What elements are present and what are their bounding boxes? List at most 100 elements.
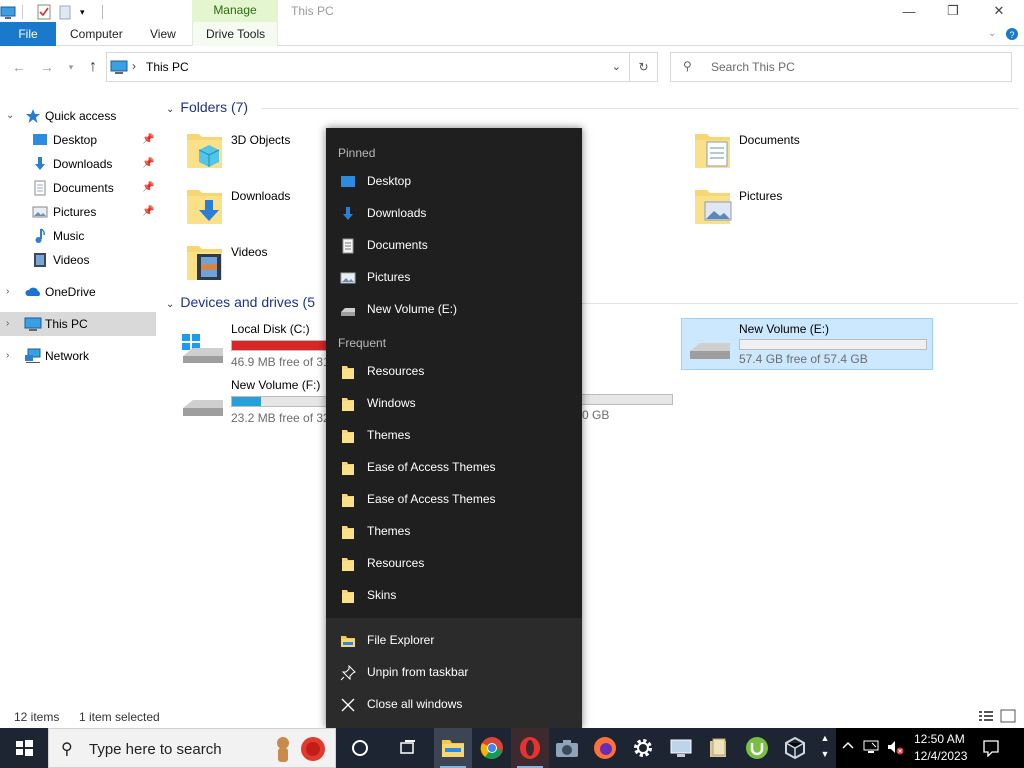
tab-view[interactable]: View — [150, 22, 176, 46]
file-explorer-icon[interactable] — [434, 728, 472, 768]
sidebar-item-videos[interactable]: Videos — [0, 248, 156, 272]
start-button[interactable] — [0, 728, 48, 768]
network-status-icon[interactable] — [862, 739, 880, 758]
minimize-button[interactable]: — — [886, 0, 932, 22]
chevron-right-icon[interactable]: › — [6, 344, 9, 368]
sidebar-item-documents[interactable]: Documents 📌 — [0, 176, 156, 200]
sidebar-item-downloads[interactable]: Downloads 📌 — [0, 152, 156, 176]
group-title: Devices and drives (5 — [180, 294, 316, 310]
chevron-right-icon[interactable]: › — [132, 59, 136, 73]
customize-toolbar-icon[interactable]: ▾ — [80, 4, 96, 20]
tab-file[interactable]: File — [0, 22, 56, 46]
tab-computer[interactable]: Computer — [70, 22, 123, 46]
jump-item-pictures[interactable]: Pictures — [326, 262, 582, 294]
sidebar-item-onedrive[interactable]: › OneDrive — [0, 280, 156, 304]
refresh-button[interactable]: ↻ — [629, 53, 657, 81]
pin-icon: 📌 — [142, 134, 155, 145]
pc-icon[interactable] — [0, 4, 16, 20]
drive-new-volume-e[interactable]: New Volume (E:) 57.4 GB free of 57.4 GB — [681, 318, 933, 370]
folder-pictures[interactable]: Pictures — [693, 184, 923, 236]
jump-item-frequent[interactable]: Windows — [326, 388, 582, 420]
address-bar[interactable]: › This PC ⌄ ↻ — [106, 52, 658, 82]
back-arrow-icon[interactable]: ← — [10, 58, 28, 76]
search-input[interactable]: Search This PC — [711, 60, 795, 74]
archive-icon[interactable] — [700, 728, 738, 768]
jump-item-documents[interactable]: Documents — [326, 230, 582, 262]
cortana-icon[interactable] — [341, 728, 379, 768]
jump-item-frequent[interactable]: Skins — [326, 580, 582, 612]
folder-documents[interactable]: Documents — [693, 128, 923, 180]
folder-icon — [340, 428, 356, 444]
restore-button[interactable]: ❐ — [930, 0, 976, 22]
jump-item-frequent[interactable]: Resources — [326, 548, 582, 580]
sidebar-item-this-pc[interactable]: › This PC — [0, 312, 156, 336]
properties-icon[interactable] — [36, 4, 52, 20]
sidebar-item-quick-access[interactable]: ⌄ Quick access — [0, 104, 156, 128]
drives-group-header[interactable]: ⌄ Devices and drives (5 — [166, 294, 315, 310]
jump-task-close-all[interactable]: Close all windows — [326, 689, 582, 721]
volume-muted-icon[interactable] — [886, 739, 904, 758]
system-tray: 12:50 AM 12/4/2023 — [836, 728, 1024, 768]
chrome-icon[interactable] — [473, 728, 511, 768]
search-box[interactable]: ⚲ Search This PC — [670, 52, 1012, 82]
settings-gear-icon[interactable] — [624, 728, 662, 768]
close-button[interactable]: ✕ — [976, 0, 1022, 22]
tiles-view-icon[interactable] — [1000, 709, 1016, 726]
clock-time[interactable]: 12:50 AM — [914, 732, 965, 746]
help-icon[interactable]: ? — [1005, 22, 1019, 46]
utorrent-icon[interactable] — [738, 728, 776, 768]
search-input[interactable]: Type here to search — [89, 741, 222, 758]
jump-item-label: Resources — [367, 364, 425, 378]
chevron-down-icon[interactable]: ⌄ — [6, 104, 14, 128]
chevron-right-icon[interactable]: › — [6, 312, 9, 336]
jump-item-frequent[interactable]: Ease of Access Themes — [326, 484, 582, 516]
firefox-icon[interactable] — [586, 728, 624, 768]
chevron-down-icon[interactable]: ⌄ — [166, 299, 174, 310]
task-view-icon[interactable] — [389, 728, 427, 768]
taskbar-search-box[interactable]: ⚲ Type here to search — [48, 728, 336, 768]
remote-desktop-icon[interactable] — [662, 728, 700, 768]
chevron-right-icon[interactable]: › — [6, 280, 9, 304]
drive-name: Local Disk (C:) — [231, 322, 310, 336]
opera-icon[interactable] — [511, 728, 549, 768]
sidebar-item-desktop[interactable]: Desktop 📌 — [0, 128, 156, 152]
search-icon: ⚲ — [61, 741, 73, 758]
jump-item-desktop[interactable]: Desktop — [326, 166, 582, 198]
manage-context-tab[interactable]: Manage — [192, 0, 278, 22]
forward-arrow-icon[interactable]: → — [38, 58, 56, 76]
virtualbox-icon[interactable] — [776, 728, 814, 768]
search-highlight-icon[interactable] — [271, 733, 331, 768]
tab-drive-tools[interactable]: Drive Tools — [206, 22, 265, 46]
jump-item-frequent[interactable]: Ease of Access Themes — [326, 452, 582, 484]
address-path[interactable]: This PC — [146, 60, 189, 74]
clock-date[interactable]: 12/4/2023 — [914, 749, 967, 763]
pc-icon — [110, 59, 128, 78]
jump-task-file-explorer[interactable]: File Explorer — [326, 625, 582, 657]
videos-folder-icon — [185, 240, 225, 284]
sidebar-item-network[interactable]: › Network — [0, 344, 156, 368]
camera-icon[interactable] — [548, 728, 586, 768]
sidebar-item-music[interactable]: Music — [0, 224, 156, 248]
jump-item-downloads[interactable]: Downloads — [326, 198, 582, 230]
details-view-icon[interactable] — [978, 709, 994, 726]
up-arrow-icon[interactable]: ↑ — [84, 58, 102, 76]
recent-locations-icon[interactable]: ▾ — [62, 58, 80, 76]
jump-item-label: Desktop — [367, 174, 412, 188]
sidebar-item-label: This PC — [45, 317, 88, 331]
folders-group-header[interactable]: ⌄ Folders (7) — [166, 99, 248, 115]
jump-task-unpin[interactable]: Unpin from taskbar — [326, 657, 582, 689]
chevron-down-icon[interactable]: ⌄ — [166, 104, 174, 115]
folder-name: Documents — [739, 133, 800, 147]
expand-ribbon-icon[interactable]: ⌄ — [988, 22, 996, 46]
notifications-icon[interactable] — [982, 739, 1000, 760]
jump-item-new-volume-e[interactable]: New Volume (E:) — [326, 294, 582, 326]
taskbar-scroll-icon[interactable]: ▲ ▼ — [818, 730, 832, 762]
jump-item-frequent[interactable]: Resources — [326, 356, 582, 388]
sidebar-item-pictures[interactable]: Pictures 📌 — [0, 200, 156, 224]
show-hidden-icons-icon[interactable] — [842, 739, 854, 753]
jump-item-frequent[interactable]: Themes — [326, 516, 582, 548]
chevron-down-icon[interactable]: ⌄ — [612, 60, 621, 73]
jump-item-label: Resources — [367, 556, 425, 570]
jump-item-frequent[interactable]: Themes — [326, 420, 582, 452]
new-folder-icon[interactable] — [58, 4, 74, 20]
